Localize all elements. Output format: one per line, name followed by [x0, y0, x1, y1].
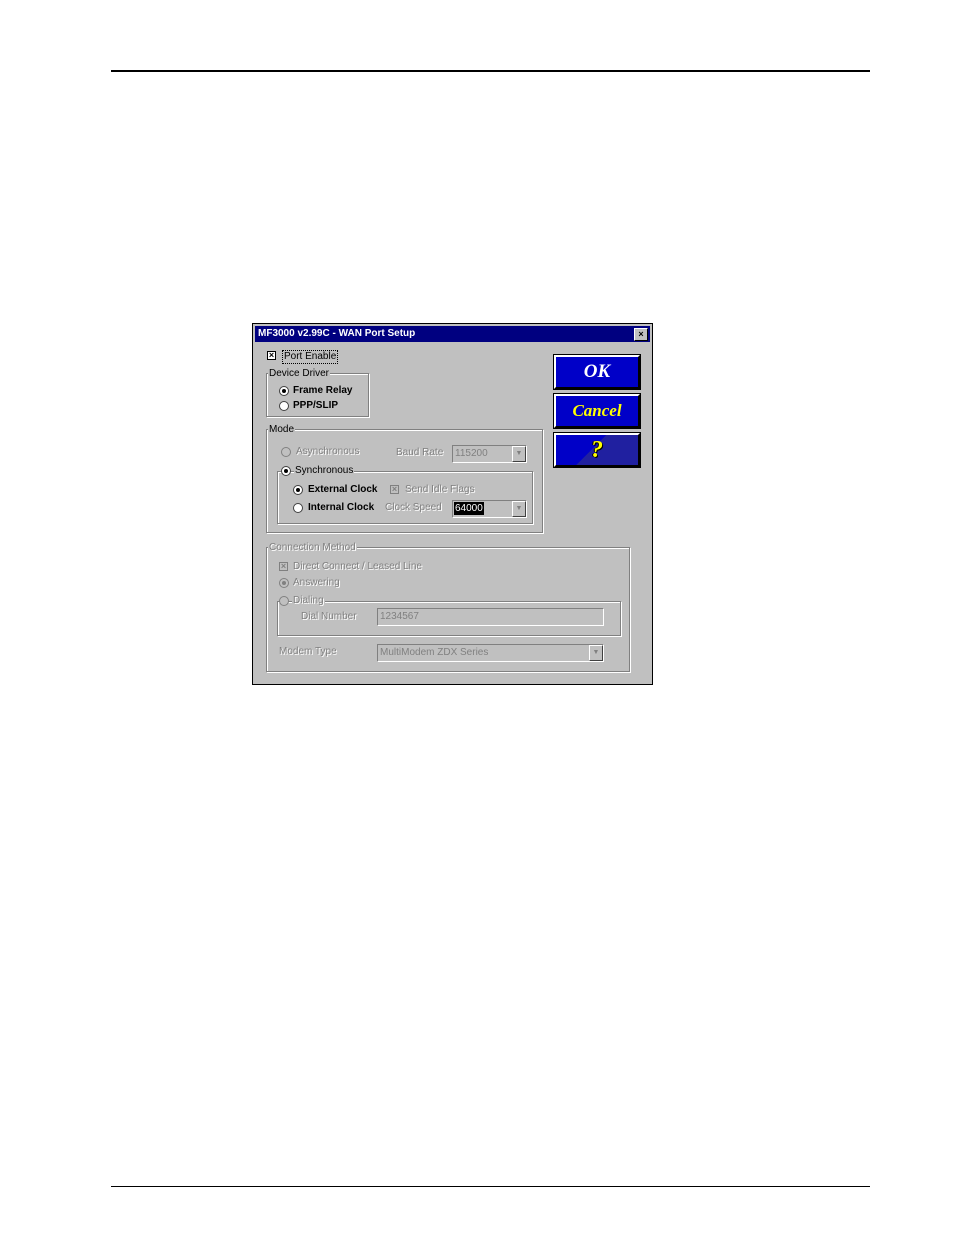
external-clock-radio[interactable] — [293, 485, 303, 495]
dial-number-input[interactable]: 1234567 — [377, 608, 604, 626]
frame-relay-label: Frame Relay — [293, 385, 353, 396]
frame-relay-radio[interactable] — [279, 386, 289, 396]
clock-speed-value: 64000 — [454, 502, 484, 515]
port-enable-checkbox[interactable]: × — [267, 351, 276, 360]
internal-clock-radio[interactable] — [293, 503, 303, 513]
close-button[interactable]: × — [634, 328, 648, 341]
dial-number-value: 1234567 — [380, 611, 419, 622]
internal-clock-label: Internal Clock — [308, 502, 375, 513]
send-idle-flags-checkbox[interactable]: × — [390, 485, 399, 494]
top-rule — [111, 70, 870, 72]
answering-label: Answering — [293, 577, 340, 588]
asynchronous-radio[interactable] — [281, 447, 291, 457]
ok-button[interactable]: OK — [553, 354, 641, 390]
chevron-down-icon[interactable]: ▼ — [589, 645, 603, 661]
modem-type-value: MultiModem ZDX Series — [380, 647, 489, 658]
cancel-button[interactable]: Cancel — [553, 393, 641, 429]
direct-connect-checkbox[interactable]: × — [279, 562, 288, 571]
dialog-title: MF3000 v2.99C - WAN Port Setup — [258, 328, 416, 339]
clock-speed-label: Clock Speed — [385, 502, 442, 513]
synchronous-radio[interactable] — [281, 466, 291, 476]
send-idle-flags-label: Send Idle Flags — [405, 484, 475, 495]
clock-speed-select[interactable]: 64000 ▼ — [452, 500, 527, 518]
chevron-down-icon[interactable]: ▼ — [512, 501, 526, 517]
mode-title: Mode — [268, 424, 296, 436]
modem-type-label: Modem Type — [279, 646, 337, 657]
baud-rate-select[interactable]: 115200 ▼ — [452, 445, 527, 463]
answering-radio[interactable] — [279, 578, 289, 588]
dialing-radio[interactable] — [279, 596, 289, 606]
modem-type-select[interactable]: MultiModem ZDX Series ▼ — [377, 644, 604, 662]
question-mark-icon: ? — [591, 437, 603, 463]
direct-connect-label: Direct Connect / Leased Line — [293, 561, 422, 572]
wan-port-setup-dialog: MF3000 v2.99C - WAN Port Setup × × Port … — [252, 323, 653, 685]
title-bar: MF3000 v2.99C - WAN Port Setup × — [255, 326, 650, 342]
dial-number-label: Dial Number — [301, 611, 357, 622]
external-clock-label: External Clock — [308, 484, 378, 495]
asynchronous-label: Asynchronous — [296, 446, 360, 457]
bottom-rule — [111, 1186, 870, 1187]
port-enable-label: Port Enable — [282, 350, 339, 364]
dialing-label: Dialing — [292, 595, 325, 607]
help-button[interactable]: ? — [553, 432, 641, 468]
baud-rate-label: Baud Rate — [396, 447, 444, 458]
synchronous-label: Synchronous — [294, 465, 355, 477]
ppp-slip-label: PPP/SLIP — [293, 400, 339, 411]
chevron-down-icon[interactable]: ▼ — [512, 446, 526, 462]
baud-rate-value: 115200 — [455, 448, 488, 459]
device-driver-title: Device Driver — [268, 368, 331, 380]
ppp-slip-radio[interactable] — [279, 401, 289, 411]
connection-method-title: Connection Method — [268, 542, 357, 554]
